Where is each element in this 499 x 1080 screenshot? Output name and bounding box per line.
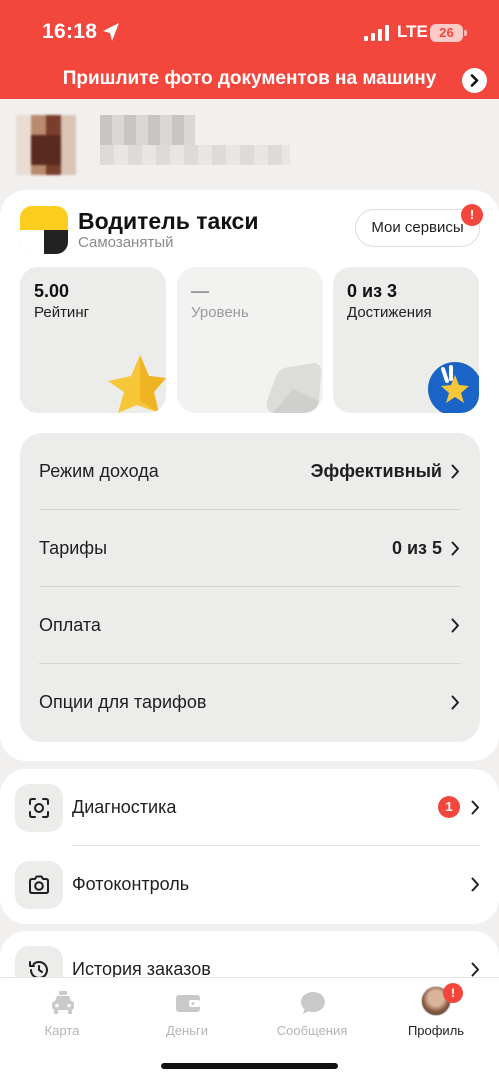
tab-map-label: Карта [44, 1023, 80, 1038]
tariff-options-row[interactable]: Опции для тарифов [20, 664, 480, 741]
tariffs-label: Тарифы [39, 538, 108, 558]
chevron-right-icon [471, 877, 479, 892]
income-mode-label: Режим дохода [39, 461, 159, 481]
brand-title: Водитель такси [78, 208, 259, 234]
level-card[interactable]: — Уровень [177, 267, 323, 413]
rating-value: 5.00 [34, 281, 70, 301]
payment-row[interactable]: Оплата [20, 587, 480, 664]
wallet-icon [176, 995, 200, 1012]
achievement-medal-icon [428, 362, 479, 413]
level-label: Уровень [191, 304, 249, 321]
diagnostics-count-badge: 1 [438, 796, 460, 818]
achievements-card[interactable]: 0 из 3 Достижения [333, 267, 479, 413]
user-info[interactable] [0, 99, 499, 191]
profile-alert-badge: ! [443, 983, 463, 1003]
rating-card[interactable]: 5.00 Рейтинг [20, 267, 166, 413]
tab-profile-label: Профиль [407, 1023, 465, 1038]
tab-money[interactable]: Деньги [137, 986, 237, 1038]
photo-control-row[interactable]: Фотоконтроль [0, 846, 499, 923]
payment-label: Оплата [39, 615, 101, 635]
chat-icon [301, 992, 325, 1014]
user-details-blurred [100, 145, 290, 165]
battery-icon: 26 [430, 24, 467, 42]
diagnostics-row[interactable]: Диагностика 1 [0, 769, 499, 846]
tab-map[interactable]: Карта [12, 986, 112, 1038]
tab-profile[interactable]: Профиль [386, 986, 486, 1038]
camera-icon [15, 861, 63, 909]
settings-list: Режим дохода Эффективный Тарифы 0 из 5 О… [20, 433, 480, 742]
chevron-right-icon [451, 695, 459, 710]
level-badge-icon [266, 363, 322, 413]
diagnostics-label: Диагностика [72, 797, 177, 817]
tariff-options-label: Опции для тарифов [39, 692, 207, 712]
chevron-right-icon[interactable] [462, 68, 487, 93]
chevron-right-icon [471, 800, 479, 815]
services-alert-badge: ! [461, 204, 483, 226]
level-value: — [191, 281, 209, 301]
taxi-logo [20, 206, 68, 254]
tariffs-row[interactable]: Тарифы 0 из 5 [20, 510, 480, 587]
home-indicator[interactable] [161, 1063, 338, 1069]
chevron-right-icon [451, 541, 459, 556]
tariffs-value: 0 из 5 [391, 538, 442, 558]
rating-label: Рейтинг [34, 304, 90, 321]
tab-messages[interactable]: Сообщения [262, 986, 362, 1038]
chevron-right-icon [451, 618, 459, 633]
screen: 16:18 LTE 26 Пришлите фото документов на… [0, 0, 499, 1080]
status-bar: 16:18 LTE 26 [0, 0, 499, 60]
network-type: LTE [397, 22, 428, 41]
tab-money-label: Деньги [166, 1023, 208, 1038]
tab-messages-label: Сообщения [276, 1023, 348, 1038]
profile-card: Водитель такси Самозанятый Мои сервисы 5… [0, 190, 499, 761]
tools-card: Диагностика 1 Фотоконтроль [0, 769, 499, 924]
photo-control-label: Фотоконтроль [72, 874, 190, 894]
signal-icon [364, 25, 389, 41]
chevron-right-icon [471, 962, 479, 977]
avatar [16, 115, 76, 175]
location-arrow-icon [103, 23, 119, 41]
chevron-right-icon [451, 464, 459, 479]
banner-text: Пришлите фото документов на машину [62, 68, 437, 89]
achievements-value: 0 из 3 [347, 281, 398, 301]
status-time: 16:18 [42, 20, 98, 43]
scan-icon [15, 784, 63, 832]
income-mode-value: Эффективный [310, 461, 442, 481]
achievements-label: Достижения [347, 304, 432, 321]
user-name-blurred [100, 115, 195, 145]
car-icon [52, 991, 74, 1014]
star-icon [108, 355, 166, 413]
brand-subtitle: Самозанятый [78, 234, 174, 251]
income-mode-row[interactable]: Режим дохода Эффективный [20, 433, 480, 510]
